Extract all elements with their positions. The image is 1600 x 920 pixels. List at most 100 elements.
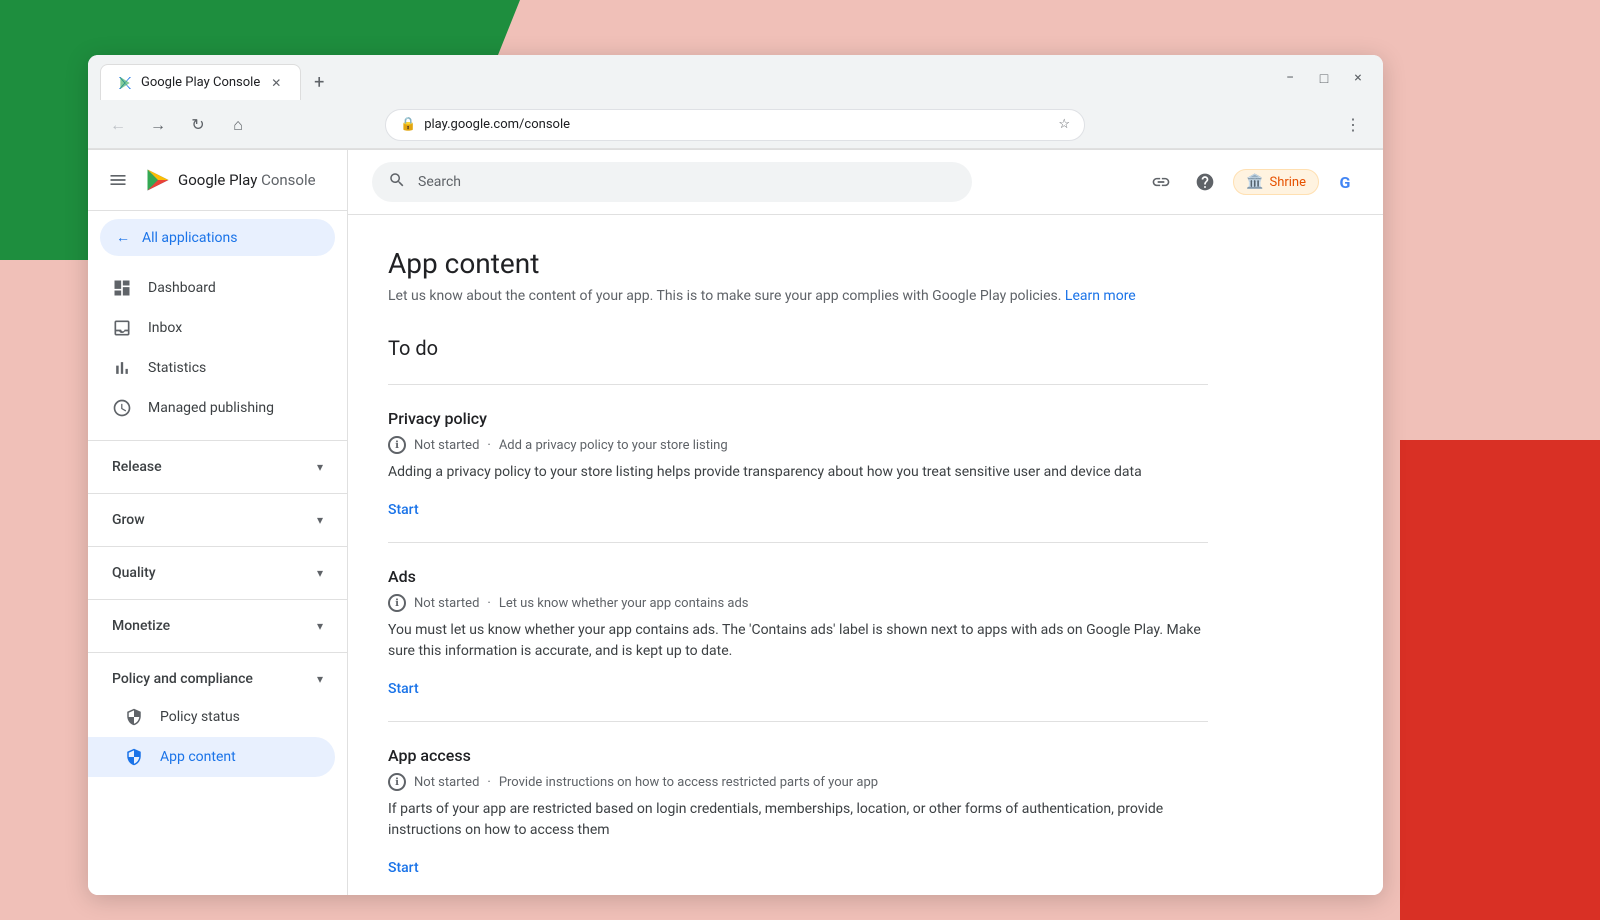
nav-divider-4 [88, 599, 347, 600]
lock-icon: 🔒 [400, 117, 416, 132]
app-access-status: Not started [414, 775, 479, 790]
bookmark-icon: ☆ [1058, 117, 1070, 132]
nav-group-release[interactable]: Release ▾ [88, 449, 347, 485]
dashboard-label: Dashboard [148, 280, 216, 296]
sidebar-item-dashboard[interactable]: Dashboard [88, 268, 335, 308]
tab-close-button[interactable]: ✕ [268, 75, 284, 91]
ads-start-link[interactable]: Start [388, 681, 419, 697]
policy-status-label: Policy status [160, 709, 240, 725]
status-separator-3: · [487, 775, 490, 790]
sidebar-item-inbox[interactable]: Inbox [88, 308, 335, 348]
inbox-icon [112, 318, 132, 338]
privacy-policy-start-link[interactable]: Start [388, 502, 419, 518]
svg-text:G: G [1340, 173, 1351, 192]
nav-group-quality[interactable]: Quality ▾ [88, 555, 347, 591]
privacy-policy-card: Privacy policy ℹ Not started · Add a pri… [388, 384, 1208, 542]
close-button[interactable]: × [1349, 69, 1367, 87]
forward-button[interactable]: → [144, 111, 172, 139]
chevron-up-icon-policy: ▾ [317, 672, 323, 686]
status-separator-1: · [487, 438, 490, 453]
nav-group-grow[interactable]: Grow ▾ [88, 502, 347, 538]
managed-publishing-icon [112, 398, 132, 418]
chevron-down-icon-grow: ▾ [317, 513, 323, 527]
bg-red-decoration [1400, 440, 1600, 920]
tab-title: Google Play Console [141, 75, 260, 90]
shrine-label: Shrine [1269, 175, 1306, 190]
app-access-start-link[interactable]: Start [388, 860, 419, 876]
address-bar-right: ⋮ [1339, 111, 1367, 139]
app-area: Google Play Console ← All applications [88, 150, 1383, 895]
header-right: 🏛️ Shrine G [1145, 166, 1359, 198]
sidebar-item-policy-status[interactable]: Policy status [88, 697, 335, 737]
back-arrow-icon: ← [116, 229, 130, 246]
shrine-icon: 🏛️ [1246, 174, 1263, 190]
privacy-policy-title: Privacy policy [388, 409, 1208, 428]
sidebar: Google Play Console ← All applications [88, 150, 348, 895]
managed-publishing-label: Managed publishing [148, 400, 274, 416]
browser-chrome: Google Play Console ✕ + − □ × ← → ↻ ⌂ 🔒 … [88, 55, 1383, 150]
google-account-button[interactable]: G [1331, 168, 1359, 196]
shrine-account-chip[interactable]: 🏛️ Shrine [1233, 169, 1319, 195]
minimize-button[interactable]: − [1281, 69, 1299, 87]
content-body: App content Let us know about the conten… [348, 215, 1248, 895]
app-access-description: If parts of your app are restricted base… [388, 799, 1208, 841]
hamburger-button[interactable] [104, 166, 132, 194]
refresh-button[interactable]: ↻ [184, 111, 212, 139]
nav-group-policy[interactable]: Policy and compliance ▾ [88, 661, 347, 697]
sidebar-item-app-content[interactable]: App content [88, 737, 335, 777]
url-bar[interactable]: 🔒 play.google.com/console ☆ [385, 109, 1085, 141]
maximize-button[interactable]: □ [1315, 69, 1333, 87]
page-title: App content [388, 247, 1208, 280]
inbox-label: Inbox [148, 320, 182, 336]
ads-status-icon: ℹ [388, 594, 406, 612]
ads-title: Ads [388, 567, 1208, 586]
sidebar-logo-text: Google Play Console [178, 171, 316, 189]
sidebar-item-managed-publishing[interactable]: Managed publishing [88, 388, 335, 428]
sidebar-header: Google Play Console [88, 150, 347, 211]
chevron-down-icon-quality: ▾ [317, 566, 323, 580]
tab-favicon [117, 75, 133, 91]
browser-window: Google Play Console ✕ + − □ × ← → ↻ ⌂ 🔒 … [88, 55, 1383, 895]
privacy-policy-status-detail: Add a privacy policy to your store listi… [499, 438, 728, 453]
link-icon-button[interactable] [1145, 166, 1177, 198]
nav-divider-5 [88, 652, 347, 653]
ads-status-row: ℹ Not started · Let us know whether your… [388, 594, 1208, 612]
app-access-status-detail: Provide instructions on how to access re… [499, 775, 878, 790]
privacy-policy-status-row: ℹ Not started · Add a privacy policy to … [388, 436, 1208, 454]
status-separator-2: · [487, 596, 490, 611]
tab-bar: Google Play Console ✕ + − □ × [88, 55, 1383, 101]
sidebar-item-statistics[interactable]: Statistics [88, 348, 335, 388]
extensions-button[interactable]: ⋮ [1339, 111, 1367, 139]
all-applications-button[interactable]: ← All applications [100, 219, 335, 256]
search-bar[interactable]: Search [372, 162, 972, 202]
nav-group-monetize[interactable]: Monetize ▾ [88, 608, 347, 644]
ads-status-detail: Let us know whether your app contains ad… [499, 596, 749, 611]
privacy-policy-description: Adding a privacy policy to your store li… [388, 462, 1208, 483]
new-tab-button[interactable]: + [305, 68, 333, 96]
back-button[interactable]: ← [104, 111, 132, 139]
privacy-policy-status-icon: ℹ [388, 436, 406, 454]
all-applications-label: All applications [142, 230, 237, 246]
main-content: Search 🏛️ Shrine [348, 150, 1383, 895]
app-access-title: App access [388, 746, 1208, 765]
help-icon-button[interactable] [1189, 166, 1221, 198]
home-button[interactable]: ⌂ [224, 111, 252, 139]
search-icon [388, 171, 406, 193]
sidebar-logo: Google Play Console [144, 166, 316, 194]
app-access-card: App access ℹ Not started · Provide instr… [388, 721, 1208, 895]
address-bar: ← → ↻ ⌂ 🔒 play.google.com/console ☆ ⋮ [88, 101, 1383, 149]
app-content-label: App content [160, 749, 236, 765]
chevron-down-icon-monetize: ▾ [317, 619, 323, 633]
app-content-icon [124, 747, 144, 767]
active-tab[interactable]: Google Play Console ✕ [100, 64, 301, 100]
ads-status: Not started [414, 596, 479, 611]
search-placeholder: Search [418, 174, 461, 190]
dashboard-icon [112, 278, 132, 298]
ads-description: You must let us know whether your app co… [388, 620, 1208, 662]
learn-more-link[interactable]: Learn more [1065, 288, 1136, 304]
nav-divider-2 [88, 493, 347, 494]
url-text: play.google.com/console [424, 117, 570, 132]
page-subtitle: Let us know about the content of your ap… [388, 288, 1208, 304]
nav-divider-3 [88, 546, 347, 547]
statistics-label: Statistics [148, 360, 206, 376]
